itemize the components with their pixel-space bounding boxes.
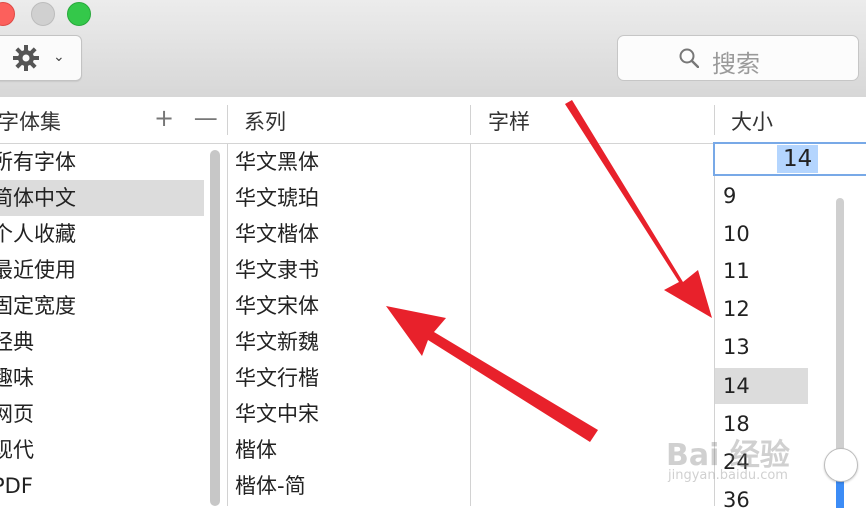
family-header: 系列 bbox=[244, 110, 286, 134]
size-option[interactable]: 36 bbox=[723, 482, 750, 518]
collection-item[interactable]: 现代 bbox=[0, 432, 204, 468]
family-item[interactable]: 华文琥珀 bbox=[235, 180, 319, 216]
search-field[interactable]: 搜索 bbox=[617, 35, 859, 81]
size-slider-fill bbox=[836, 478, 844, 508]
collection-item[interactable]: 个人收藏 bbox=[0, 216, 204, 252]
collection-item[interactable]: 经典 bbox=[0, 324, 204, 360]
size-option[interactable]: 11 bbox=[723, 253, 750, 289]
gear-icon bbox=[13, 45, 39, 71]
collection-item[interactable]: 固定宽度 bbox=[0, 288, 204, 324]
search-placeholder: 搜索 bbox=[712, 50, 760, 78]
collection-item[interactable]: 趣味 bbox=[0, 360, 204, 396]
family-item[interactable]: 华文楷体 bbox=[235, 216, 319, 252]
column-divider[interactable] bbox=[470, 105, 471, 135]
action-menu-button[interactable]: ⌄ bbox=[0, 35, 82, 81]
collection-item[interactable]: 网页 bbox=[0, 396, 204, 432]
size-header: 大小 bbox=[731, 110, 773, 134]
family-item[interactable]: 华文新魏 bbox=[235, 324, 319, 360]
typeface-header: 字样 bbox=[488, 110, 530, 134]
collection-item[interactable]: 最近使用 bbox=[0, 252, 204, 288]
chevron-down-icon: ⌄ bbox=[53, 49, 65, 65]
family-item[interactable]: 楷体 bbox=[235, 432, 277, 468]
collections-scrollbar[interactable] bbox=[210, 150, 220, 506]
window-toolbar: ⌄ 搜索 bbox=[0, 0, 866, 98]
add-remove-collection-buttons[interactable]: + — bbox=[154, 104, 224, 132]
size-slider-knob[interactable] bbox=[824, 448, 858, 482]
family-list: 华文黑体 华文琥珀 华文楷体 华文隶书 华文宋体 华文新魏 华文行楷 华文中宋 … bbox=[228, 144, 470, 506]
family-item[interactable]: 楷体-简 bbox=[235, 468, 306, 504]
family-item[interactable]: 华文隶书 bbox=[235, 252, 319, 288]
collection-item[interactable]: 所有字体 bbox=[0, 144, 204, 180]
size-option[interactable]: 13 bbox=[723, 329, 750, 365]
collections-list: 所有字体 简体中文 个人收藏 最近使用 固定宽度 经典 趣味 网页 现代 PDF bbox=[0, 144, 220, 506]
collection-item[interactable]: PDF bbox=[0, 468, 204, 504]
size-option[interactable]: 10 bbox=[723, 216, 750, 252]
search-icon bbox=[679, 48, 699, 68]
column-divider[interactable] bbox=[227, 105, 228, 135]
zoom-button[interactable] bbox=[67, 2, 91, 26]
family-item[interactable]: 华文行楷 bbox=[235, 360, 319, 396]
close-button[interactable] bbox=[0, 2, 15, 26]
family-item[interactable]: 华文中宋 bbox=[235, 396, 319, 432]
size-option-selected[interactable]: 14 bbox=[715, 368, 808, 404]
family-item[interactable]: 华文黑体 bbox=[235, 144, 319, 180]
collection-item-selected[interactable]: 简体中文 bbox=[0, 180, 204, 216]
size-option[interactable]: 12 bbox=[723, 291, 750, 327]
watermark-url: jingyan.baidu.com bbox=[668, 468, 788, 483]
collections-header: 字体集 bbox=[0, 110, 61, 134]
column-divider[interactable] bbox=[714, 105, 715, 135]
minimize-button[interactable] bbox=[31, 2, 55, 26]
family-item[interactable]: 华文宋体 bbox=[235, 288, 319, 324]
size-option[interactable]: 9 bbox=[723, 178, 736, 214]
